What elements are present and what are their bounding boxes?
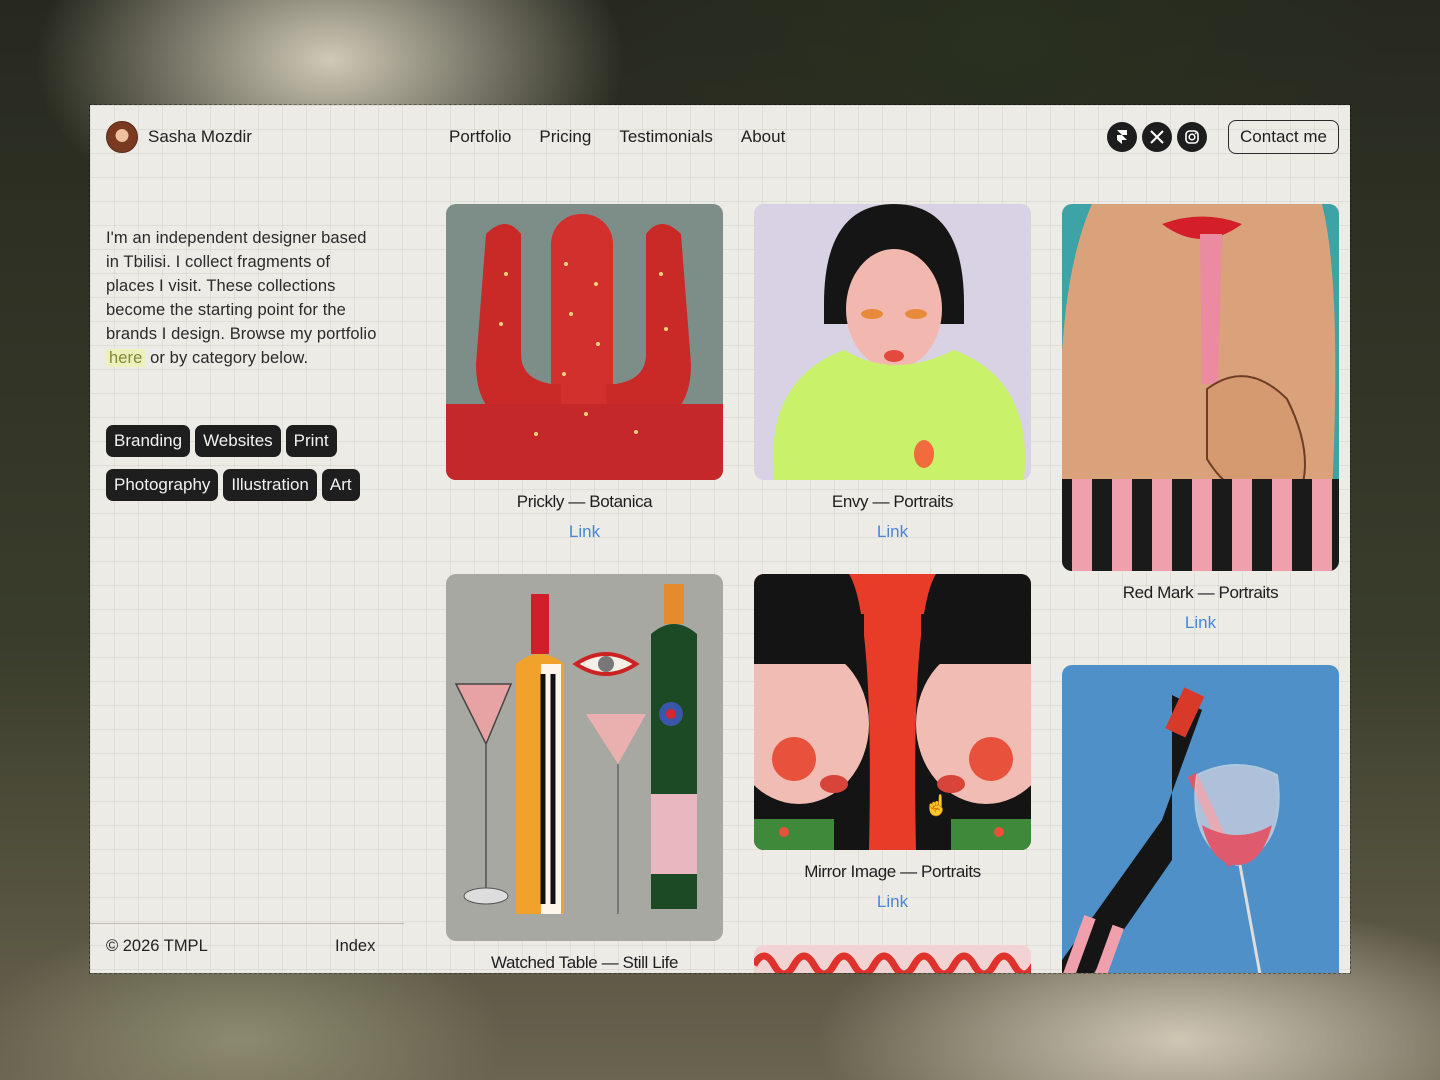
nav-testimonials[interactable]: Testimonials — [619, 127, 713, 147]
x-icon[interactable] — [1142, 122, 1172, 152]
tag-illustration[interactable]: Illustration — [223, 469, 317, 501]
framer-icon[interactable] — [1107, 122, 1137, 152]
tag-photography[interactable]: Photography — [106, 469, 219, 501]
work-image-watched-table[interactable] — [446, 574, 723, 941]
tag-print[interactable]: Print — [285, 425, 337, 457]
intro-text: I'm an independent designer based in Tbi… — [106, 226, 381, 370]
work-title: Mirror Image — Portraits — [804, 862, 981, 881]
work-card-wine[interactable] — [1062, 665, 1339, 973]
work-card-partial[interactable] — [754, 945, 1031, 973]
work-image-mirror-image[interactable] — [754, 574, 1031, 850]
work-card-red-mark[interactable]: Red Mark — Portraits Link — [1062, 204, 1339, 633]
footer-divider — [90, 923, 404, 924]
instagram-icon[interactable] — [1177, 122, 1207, 152]
work-title: Envy — Portraits — [831, 492, 954, 511]
work-title: Watched Table — Still Life — [490, 953, 679, 972]
work-image-prickly[interactable] — [446, 204, 723, 480]
main-nav: Portfolio Pricing Testimonials About — [449, 127, 785, 147]
work-image-wine[interactable] — [1062, 665, 1339, 973]
nav-about[interactable]: About — [741, 127, 785, 147]
intro-text-start: I'm an independent designer based in Tbi… — [106, 229, 377, 343]
portfolio-page: Sasha Mozdir Portfolio Pricing Testimoni… — [89, 104, 1351, 974]
index-link[interactable]: Index — [335, 937, 375, 956]
work-title: Red Mark — Portraits — [1122, 583, 1279, 602]
portfolio-here-link[interactable]: here — [106, 349, 146, 367]
contact-button[interactable]: Contact me — [1228, 120, 1339, 154]
work-image-red-mark[interactable] — [1062, 204, 1339, 571]
work-title: Prickly — Botanica — [516, 492, 653, 511]
tag-branding[interactable]: Branding — [106, 425, 191, 457]
intro-text-end: or by category below. — [145, 349, 309, 367]
tag-websites[interactable]: Websites — [195, 425, 281, 457]
nav-portfolio[interactable]: Portfolio — [449, 127, 511, 147]
work-link[interactable]: Link — [754, 522, 1031, 542]
work-card-watched-table[interactable]: Watched Table — Still Life — [446, 574, 723, 973]
brand-name: Sasha Mozdir — [148, 127, 252, 146]
work-link[interactable]: Link — [446, 522, 723, 542]
nav-pricing[interactable]: Pricing — [539, 127, 591, 147]
social-links — [1107, 122, 1207, 152]
work-image-envy[interactable] — [754, 204, 1031, 480]
work-card-mirror-image[interactable]: Mirror Image — Portraits Link — [754, 574, 1031, 912]
work-link[interactable]: Link — [1062, 613, 1339, 633]
copyright: © 2026 TMPL — [106, 937, 208, 955]
work-card-envy[interactable]: Envy — Portraits Link — [754, 204, 1031, 542]
work-link[interactable]: Link — [754, 892, 1031, 912]
brand[interactable]: Sasha Mozdir — [106, 121, 252, 153]
work-card-prickly[interactable]: Prickly — Botanica Link — [446, 204, 723, 542]
tag-art[interactable]: Art — [321, 469, 360, 501]
work-image-partial[interactable] — [754, 945, 1031, 973]
avatar — [106, 121, 138, 153]
category-tags: Branding Websites Print Photography Illu… — [106, 425, 406, 501]
hand-cursor-icon: ☝ — [924, 795, 949, 817]
